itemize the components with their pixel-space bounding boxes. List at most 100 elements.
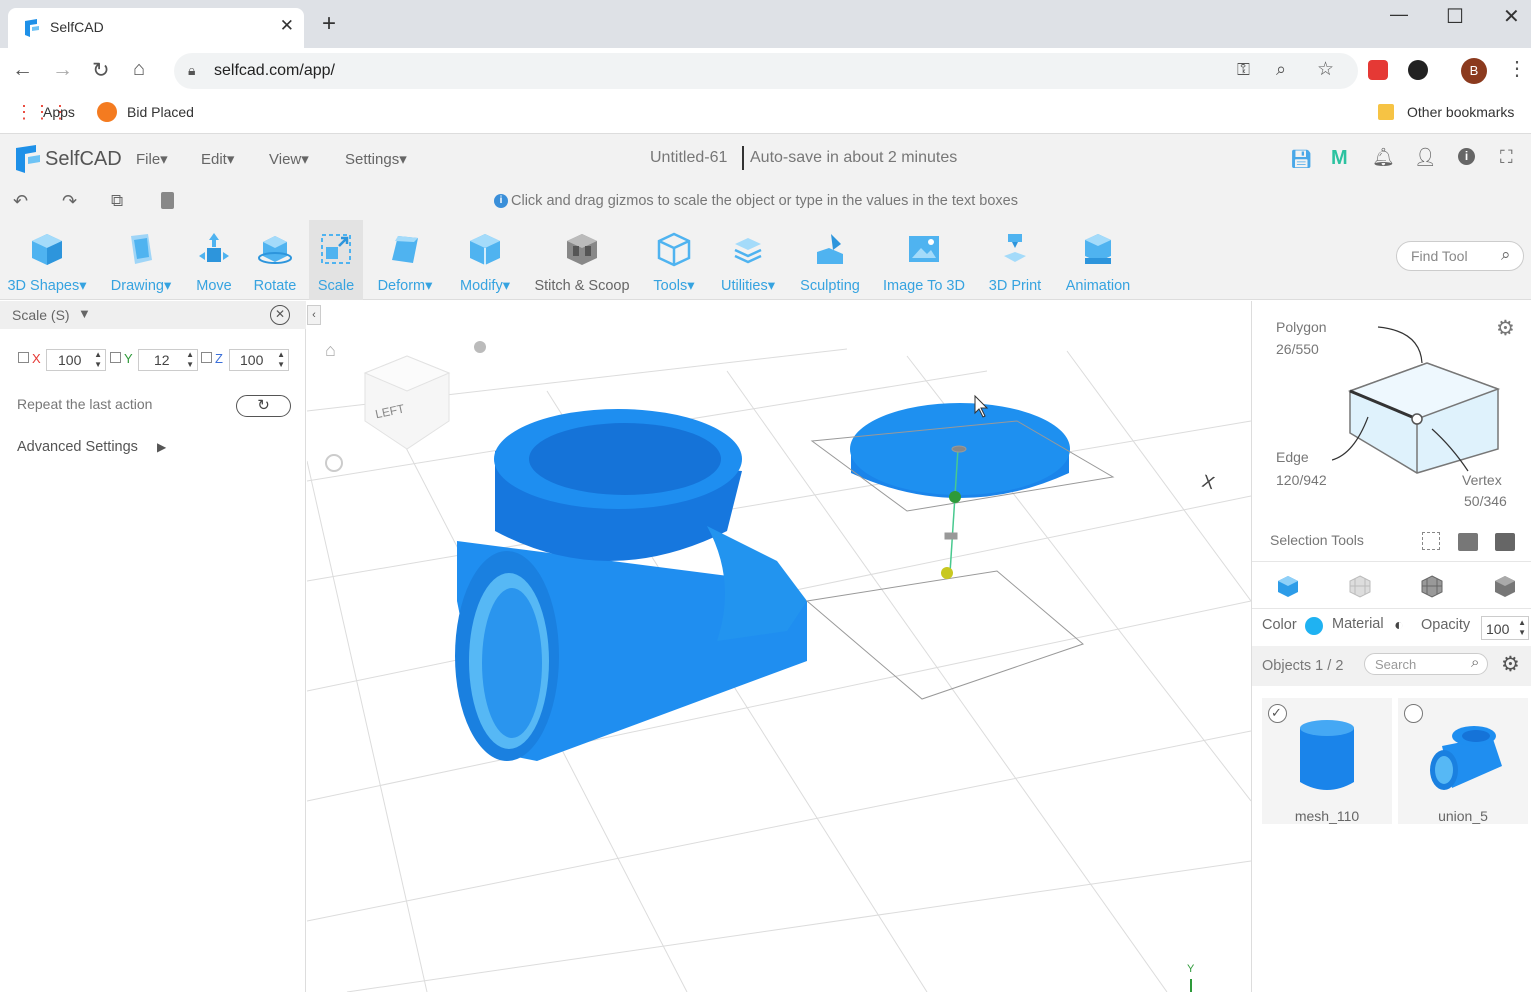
home-icon[interactable]: ⌂	[133, 58, 145, 81]
panel-close-icon[interactable]: ✕	[270, 305, 290, 325]
object-name: mesh_110	[1294, 808, 1360, 824]
union-object[interactable]	[455, 409, 807, 761]
tool-drawing[interactable]: Drawing▾	[100, 220, 182, 300]
y-gizmo-handle[interactable]	[949, 491, 961, 503]
tool-label: Tools	[653, 278, 688, 294]
object-card-mesh[interactable]: ✓ mesh_110	[1262, 698, 1392, 824]
objects-search-input[interactable]: Search ⌕	[1364, 653, 1488, 675]
z-checkbox[interactable]	[201, 352, 212, 363]
z-label: Z	[215, 351, 223, 366]
tool-tools[interactable]: Tools▾	[645, 220, 703, 300]
orbit-icon[interactable]	[325, 454, 343, 472]
tool-3d-print[interactable]: 3D Print	[982, 220, 1048, 300]
opacity-input[interactable]: 100 ▲ ▼	[1481, 616, 1529, 640]
view-cube[interactable]: LEFT	[363, 355, 451, 450]
material-icon[interactable]: ◐	[1394, 617, 1404, 635]
objects-search-placeholder: Search	[1375, 657, 1417, 672]
menu-edit[interactable]: Edit▾	[201, 150, 234, 168]
objects-search-icon[interactable]: ⌕	[1471, 654, 1479, 671]
paint-select-icon[interactable]	[1458, 533, 1478, 551]
find-tool-input[interactable]: Find Tool ⌕	[1396, 241, 1524, 271]
face-mode-icon[interactable]	[1348, 574, 1372, 598]
tool-move[interactable]: Move	[188, 220, 240, 300]
forward-icon[interactable]: →	[52, 58, 73, 82]
maximize-icon[interactable]: ☐	[1446, 4, 1464, 29]
user-icon[interactable]: 👤︎	[1414, 147, 1437, 168]
tool-modify[interactable]: Modify▾	[450, 220, 520, 300]
fullscreen-icon[interactable]: ⛶	[1500, 147, 1513, 168]
scale-panel: Scale (S) ▼ ✕ X 100 ▲ ▼ Y 12 ▲ ▼ Z 100 ▲ ▼ Rep…	[0, 301, 306, 992]
minimize-icon[interactable]: —	[1390, 4, 1408, 25]
drawing-icon	[131, 234, 152, 264]
save-icon[interactable]: 💾︎	[1290, 149, 1313, 170]
bookmark-bid-placed[interactable]: Bid Placed	[127, 104, 194, 120]
tool-scale[interactable]: Scale	[309, 220, 363, 300]
redo-icon[interactable]: ↷	[62, 191, 77, 212]
search-icon[interactable]: ⌕	[1501, 245, 1511, 265]
tab-close-icon[interactable]: ✕	[280, 16, 294, 36]
edge-mode-icon[interactable]	[1420, 574, 1444, 598]
panel-collapse-icon[interactable]: ▼	[78, 306, 91, 321]
tool-sculpting[interactable]: Sculpting	[794, 220, 866, 300]
undo-icon[interactable]: ↶	[13, 191, 28, 212]
center-gizmo-handle[interactable]	[941, 567, 953, 579]
advanced-settings[interactable]: Advanced Settings	[17, 439, 138, 455]
menu-view[interactable]: View▾	[269, 150, 309, 168]
tool-rotate[interactable]: Rotate	[248, 220, 302, 300]
object-card-union[interactable]: union_5	[1398, 698, 1528, 824]
other-bookmarks[interactable]: Other bookmarks	[1407, 104, 1514, 120]
menu-file[interactable]: File▾	[136, 150, 168, 168]
omnibox[interactable]: 🔒︎ selfcad.com/app/ ⚿ ⌕ ☆	[174, 53, 1358, 89]
repeat-action-button[interactable]: ↻	[236, 395, 291, 417]
tool-image-to-3d[interactable]: Image To 3D	[876, 220, 972, 300]
extension-k-icon[interactable]	[1408, 60, 1428, 80]
info-icon[interactable]: i	[1458, 148, 1475, 165]
bookmark-star-icon[interactable]: ☆	[1317, 58, 1334, 81]
delete-icon[interactable]	[161, 192, 174, 209]
tool-utilities[interactable]: Utilities▾	[712, 220, 784, 300]
profile-avatar[interactable]: B	[1461, 58, 1487, 84]
file-title[interactable]: Untitled-61	[650, 149, 727, 167]
x-checkbox[interactable]	[18, 352, 29, 363]
extension-icon[interactable]	[1368, 60, 1388, 80]
box-select-icon[interactable]	[1422, 532, 1440, 550]
selection-mode-cube-icon[interactable]	[1332, 321, 1512, 481]
key-icon[interactable]: ⚿	[1237, 60, 1250, 80]
browser-menu-icon[interactable]: ⋮	[1507, 56, 1527, 81]
y-checkbox[interactable]	[110, 352, 121, 363]
edge-label[interactable]: Edge	[1276, 449, 1309, 465]
new-tab-icon[interactable]: +	[322, 12, 336, 36]
browser-tab[interactable]: SelfCAD ✕	[8, 8, 304, 48]
objects-settings-icon[interactable]: ⚙	[1501, 652, 1520, 677]
object-mode-icon[interactable]	[1276, 574, 1300, 598]
3d-viewport[interactable]: LEFT ⌂ X Y ‹	[307, 301, 1251, 992]
bookmark-apps[interactable]: Apps	[43, 104, 75, 120]
window-close-icon[interactable]: ✕	[1503, 4, 1520, 29]
polygon-label[interactable]: Polygon	[1276, 319, 1327, 335]
object-select-icon[interactable]	[1495, 533, 1515, 551]
expand-arrow-icon[interactable]: ▶	[157, 440, 166, 454]
tool-stitch-scoop[interactable]: Stitch & Scoop	[528, 220, 636, 300]
hint-text: Click and drag gizmos to scale the objec…	[511, 193, 1018, 209]
notifications-bell-icon[interactable]: 🔔︎	[1372, 147, 1395, 168]
tool-deform[interactable]: Deform▾	[368, 220, 442, 300]
vertex-mode-icon[interactable]	[1493, 574, 1517, 598]
collapse-panel-icon[interactable]: ‹	[307, 305, 321, 325]
copy-icon[interactable]: ⧉	[111, 191, 123, 211]
reload-icon[interactable]: ↻	[92, 58, 110, 83]
y-scale-input[interactable]: 12 ▲ ▼	[138, 349, 198, 371]
menu-settings[interactable]: Settings▾	[345, 150, 407, 168]
viewport-home-icon[interactable]: ⌂	[325, 340, 336, 360]
viewport-canvas[interactable]: LEFT ⌂ X Y	[307, 301, 1251, 992]
tool-3d-shapes[interactable]: 3D Shapes▾	[0, 220, 94, 300]
back-icon[interactable]: ←	[12, 58, 33, 82]
vertex-label[interactable]: Vertex	[1462, 472, 1502, 488]
light-icon[interactable]	[474, 341, 486, 353]
x-scale-input[interactable]: 100 ▲ ▼	[46, 349, 106, 371]
object-select-checkbox[interactable]	[1404, 704, 1423, 723]
tool-animation[interactable]: Animation	[1058, 220, 1138, 300]
color-swatch[interactable]	[1305, 617, 1323, 635]
z-scale-input[interactable]: 100 ▲ ▼	[229, 349, 289, 371]
zoom-icon[interactable]: ⌕	[1276, 59, 1286, 80]
m-icon[interactable]: M	[1331, 147, 1348, 170]
